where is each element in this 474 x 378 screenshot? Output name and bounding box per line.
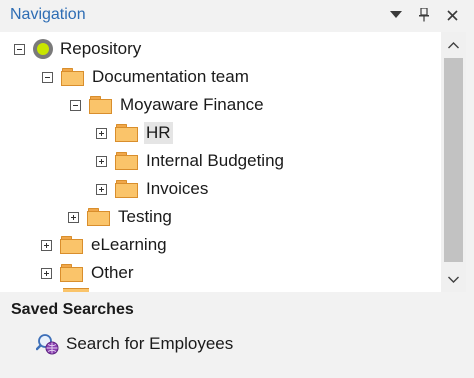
search-globe-icon xyxy=(35,332,60,356)
pin-icon[interactable] xyxy=(414,5,434,25)
panel-title: Navigation xyxy=(10,6,86,23)
tree-node-label: Other xyxy=(91,263,134,282)
navigation-panel-header: Navigation xyxy=(0,0,474,32)
repository-icon xyxy=(33,39,53,59)
collapse-icon[interactable] xyxy=(14,43,25,55)
expand-icon[interactable] xyxy=(41,267,52,279)
scroll-thumb[interactable] xyxy=(444,58,463,262)
saved-search-item[interactable]: Search for Employees xyxy=(35,331,235,357)
tree-node-label: Testing xyxy=(118,207,172,226)
vertical-scrollbar[interactable] xyxy=(441,32,466,292)
folder-icon xyxy=(60,264,84,282)
tree-node-label: eLearning xyxy=(91,235,167,254)
folder-icon xyxy=(115,152,139,170)
scroll-down-icon[interactable] xyxy=(441,268,466,290)
folder-icon xyxy=(89,96,113,114)
collapse-icon[interactable] xyxy=(70,99,81,111)
saved-search-label: Search for Employees xyxy=(66,334,234,353)
close-icon[interactable] xyxy=(442,5,462,25)
expand-icon[interactable] xyxy=(41,239,52,251)
collapse-icon[interactable] xyxy=(42,71,53,83)
chevron-down-icon[interactable] xyxy=(386,5,406,25)
tree-node-moyaware-finance[interactable]: Moyaware Finance xyxy=(70,92,266,118)
tree-node-invoices[interactable]: Invoices xyxy=(96,176,210,202)
folder-icon xyxy=(87,208,111,226)
saved-searches-header: Saved Searches xyxy=(0,292,474,328)
tree-node-label: HR xyxy=(144,122,173,144)
navigation-tree: Repository Documentation team Moyaware F… xyxy=(0,32,441,292)
tree-node-label: Moyaware Finance xyxy=(120,95,264,114)
folder-icon xyxy=(60,236,84,254)
tree-node-other[interactable]: Other xyxy=(41,260,136,286)
folder-icon xyxy=(115,180,139,198)
expand-icon[interactable] xyxy=(96,183,107,195)
expand-icon[interactable] xyxy=(68,211,79,223)
tree-node-internal-budgeting[interactable]: Internal Budgeting xyxy=(96,148,286,174)
folder-icon xyxy=(115,124,139,142)
tree-node-repository[interactable]: Repository xyxy=(14,36,143,62)
scroll-up-icon[interactable] xyxy=(441,34,466,56)
tree-node-label: Repository xyxy=(60,39,142,58)
tree-node-hr[interactable]: HR xyxy=(96,120,173,146)
tree-node-testing[interactable]: Testing xyxy=(68,204,174,230)
tree-node-elearning[interactable]: eLearning xyxy=(41,232,169,258)
expand-icon[interactable] xyxy=(96,127,107,139)
folder-icon xyxy=(61,68,85,86)
tree-node-documentation-team[interactable]: Documentation team xyxy=(42,64,251,90)
tree-node-label: Documentation team xyxy=(92,67,249,86)
saved-searches-title: Saved Searches xyxy=(11,301,134,318)
expand-icon[interactable] xyxy=(96,155,107,167)
tree-node-label: Internal Budgeting xyxy=(146,151,284,170)
tree-node-label: Invoices xyxy=(146,179,209,198)
